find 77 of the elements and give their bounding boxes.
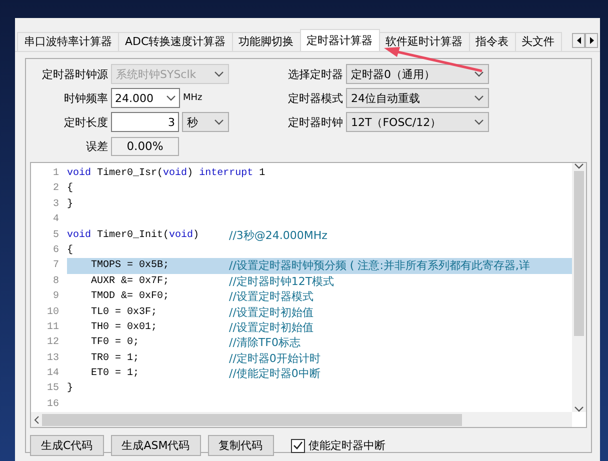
dropdown[interactable]: 定时器0（通用） [346, 64, 489, 84]
readout-field: 0.00% [111, 136, 179, 156]
line-number: 4 [52, 213, 60, 228]
action-button[interactable]: 生成ASM代码 [110, 435, 201, 456]
check-icon [292, 441, 303, 450]
line-number: 13 [46, 352, 60, 366]
field-label: 误差 [85, 138, 108, 154]
scroll-left-button[interactable] [572, 33, 585, 48]
line-number: 15 [46, 382, 60, 396]
code-text: void Timer0_Init(void) [67, 228, 200, 243]
unit-label: MHz [183, 93, 202, 103]
field-label: 定时长度 [63, 114, 108, 130]
code-text: ET0 = 1; [90, 367, 140, 382]
field-label: 选择定时器 [287, 66, 343, 82]
dropdown-caret-icon [474, 71, 484, 77]
combo-box[interactable]: 24.000 [111, 88, 180, 108]
code-text: } [67, 382, 74, 396]
code-text: TH0 = 0x01; [90, 320, 158, 335]
line-number: 12 [46, 336, 60, 350]
code-text: TMOD &= 0xF0; [90, 290, 170, 304]
code-comment: //使能定时器0中断 [229, 366, 320, 382]
code-comment: //设置定时器模式 [229, 289, 314, 305]
dropdown-caret-icon [474, 119, 484, 125]
line-number: 1 [52, 167, 60, 181]
code-text: } [67, 198, 74, 212]
code-comment: //设置定时初始值 [229, 320, 314, 336]
action-button[interactable]: 生成C代码 [30, 435, 104, 456]
line-number: 16 [46, 398, 60, 412]
vertical-scrollbar[interactable] [572, 163, 586, 412]
left-triangle-icon [576, 37, 580, 44]
code-comment: //清除TF0标志 [229, 335, 300, 351]
line-number: 8 [52, 274, 60, 289]
line-number: 14 [46, 367, 60, 382]
code-comment: //设置定时初始值 [229, 304, 314, 320]
dropdown-caret-icon [214, 119, 224, 125]
unit-dropdown[interactable]: 秒 [182, 112, 229, 132]
tab[interactable]: 串口波特率计算器 [17, 32, 119, 51]
line-number: 6 [52, 244, 60, 258]
dropdown[interactable]: 12T（FOSC/12） [346, 112, 489, 132]
line-number: 3 [52, 198, 60, 212]
line-number: 7 [52, 259, 60, 274]
code-comment: //定时器0开始计时 [229, 350, 320, 366]
dropdown[interactable]: 24位自动重载 [346, 88, 489, 108]
field-label: 时钟频率 [63, 90, 108, 106]
checkbox[interactable] [290, 438, 305, 453]
scroll-left-icon [34, 416, 39, 424]
dropdown-caret-icon [214, 71, 224, 77]
code-text: TMOPS = 0x5B; [90, 259, 170, 274]
code-text: { [67, 244, 74, 258]
field-label: 定时器时钟源 [41, 66, 108, 82]
tab[interactable]: 定时器计算器 [300, 29, 380, 51]
code-text: TL0 = 0x3F; [90, 306, 158, 320]
line-number: 10 [46, 306, 60, 320]
code-comment: //设置定时器时钟预分频 ( 注意:并非所有系列都有此寄存器,详 [229, 258, 530, 274]
right-triangle-icon [590, 37, 594, 44]
field-label: 定时器模式 [287, 90, 343, 106]
scroll-right-button[interactable] [585, 33, 598, 48]
code-text: AUXR &= 0x7F; [90, 274, 170, 289]
code-text: { [67, 182, 74, 196]
code-comment: //3秒@24.000MHz [229, 228, 328, 243]
code-text: TR0 = 1; [90, 352, 140, 366]
dropdown-caret-icon [166, 95, 176, 101]
line-number: 9 [52, 290, 60, 304]
field-label: 定时器时钟 [287, 114, 343, 130]
tab[interactable]: 头文件 [514, 32, 562, 51]
line-number: 2 [52, 182, 60, 196]
line-number: 5 [52, 228, 60, 243]
input-field[interactable]: 3 [111, 112, 179, 132]
dropdown-caret-icon [474, 95, 484, 101]
checkbox-label: 使能定时器中断 [308, 438, 386, 454]
horizontal-scrollbar[interactable] [31, 412, 572, 428]
code-comment: //定时器时钟12T模式 [229, 274, 334, 290]
code-text: TF0 = 0; [90, 336, 140, 350]
action-button[interactable]: 复制代码 [208, 435, 274, 456]
line-number: 11 [46, 320, 60, 335]
code-text: void Timer0_Isr(void) interrupt 1 [67, 166, 266, 181]
scroll-down-icon [574, 406, 584, 412]
